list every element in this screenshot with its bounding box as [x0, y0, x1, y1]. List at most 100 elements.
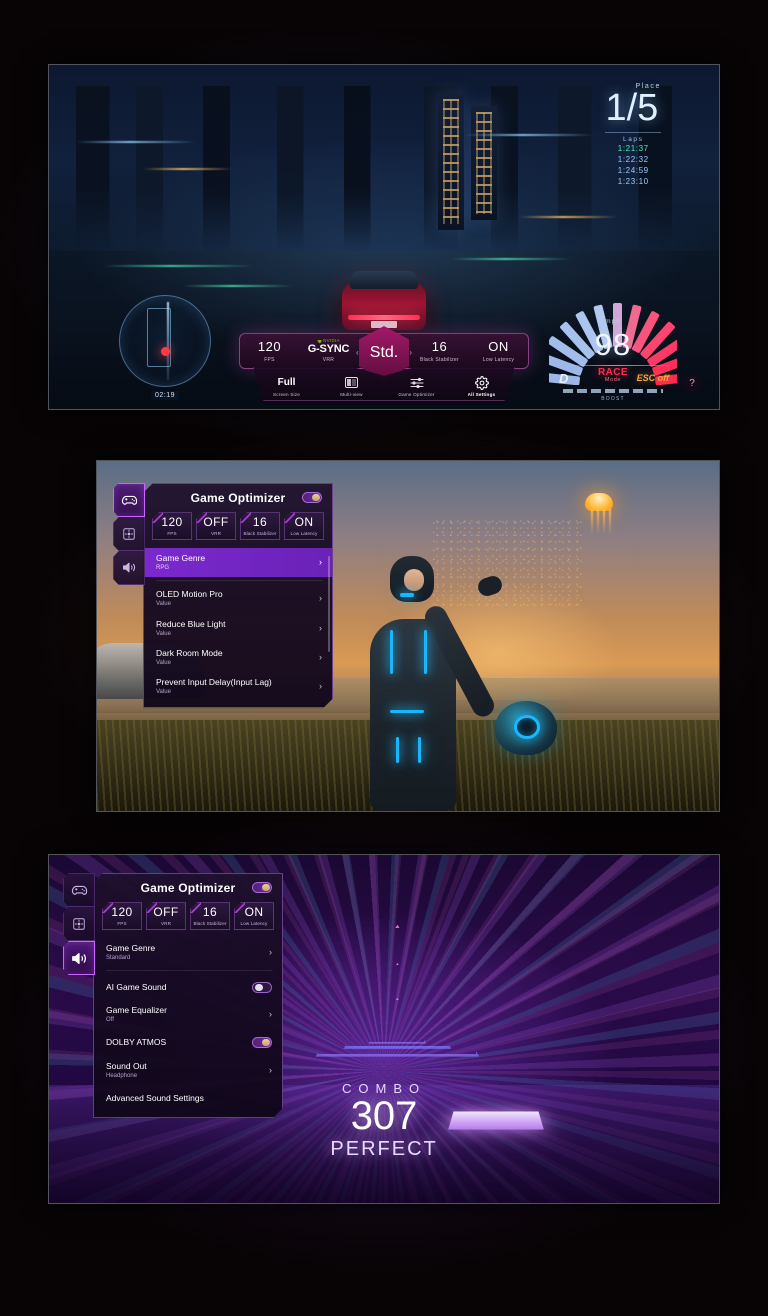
combo-value: 307: [350, 1094, 418, 1139]
chevron-right-icon: ›: [319, 593, 322, 604]
chip-vrr[interactable]: OFF VRR: [146, 902, 186, 930]
combo-display: COMBO 307 PERFECT: [330, 1081, 437, 1161]
multi-view-icon: [324, 375, 380, 390]
suit-light: [389, 630, 393, 675]
stat-bs-label: Black Stabilizer: [420, 357, 459, 363]
gsync-badge: NVIDIA G-SYNC: [299, 339, 358, 355]
sidebar-item-picture[interactable]: [113, 517, 145, 551]
page-title: Game Optimizer: [190, 491, 286, 505]
sidebar-item-sound[interactable]: [113, 551, 145, 585]
stat-black-stabilizer[interactable]: 16 Black Stabilizer: [410, 339, 469, 363]
sidebar-item-gamepad[interactable]: [63, 873, 95, 907]
laps-list: Laps 1:21:37 1:22:32 1:24:59 1:23:10: [605, 132, 661, 187]
menu-screen-size[interactable]: Full Screen Size: [259, 375, 315, 397]
menu-all-settings-label: All Settings: [467, 392, 496, 397]
list-item-reduce-blue-light[interactable]: Reduce Blue Light Value ›: [144, 614, 332, 643]
list-item-ai-game-sound[interactable]: AI Game Sound: [94, 974, 282, 1000]
optimizer-header: Game Optimizer: [94, 874, 282, 902]
sidebar-item-picture[interactable]: [63, 907, 95, 941]
menu-game-optimizer[interactable]: Game Optimizer: [389, 375, 445, 397]
menu-all-settings[interactable]: All Settings: [454, 375, 510, 397]
sliders-icon: [389, 375, 445, 390]
dolby-atmos-toggle[interactable]: [252, 1037, 272, 1048]
city-tower: [471, 106, 498, 220]
boost-label: BOOST: [601, 396, 625, 402]
chip-vrr[interactable]: OFF VRR: [196, 512, 236, 540]
chip-ll-label: Low Latency: [290, 531, 318, 536]
list-divider: [106, 970, 272, 971]
drone-eye: [513, 715, 540, 740]
chip-fps-value: 120: [111, 905, 133, 919]
optimizer-power-toggle[interactable]: [252, 882, 272, 893]
row-value: Value: [156, 660, 171, 667]
speed-value: 98: [594, 327, 632, 362]
stat-low-latency[interactable]: ON Low Latency: [469, 339, 528, 363]
optimizer-power-toggle[interactable]: [302, 492, 322, 503]
row-title: Dark Room Mode: [156, 647, 223, 658]
row-value: Value: [156, 601, 171, 608]
character: [346, 545, 504, 811]
scrollbar[interactable]: [328, 556, 330, 652]
screen-size-value: Full: [277, 377, 296, 388]
tv-panel-game-optimizer-sound: COMBO 307 PERFECT Game Optimizer 120 FPS…: [48, 854, 720, 1204]
list-item-prevent-input-delay[interactable]: Prevent Input Delay(Input Lag) Value ›: [144, 672, 332, 701]
list-item-oled-motion-pro[interactable]: OLED Motion Pro Value ›: [144, 584, 332, 613]
stat-fps[interactable]: 120 FPS: [240, 339, 299, 363]
chip-fps-label: FPS: [117, 921, 127, 926]
page-title: Game Optimizer: [140, 881, 236, 895]
sidebar-item-sound[interactable]: [63, 941, 95, 975]
list-item-advanced-sound-settings[interactable]: Advanced Sound Settings: [94, 1085, 282, 1111]
game-optimizer-sound-overlay: Game Optimizer 120 FPS OFF VRR 16 Black …: [63, 873, 283, 1118]
chevron-right-icon: ›: [319, 651, 322, 662]
sidebar-item-gamepad[interactable]: [113, 483, 145, 517]
suit-light: [395, 736, 399, 763]
chevron-right-icon: ›: [269, 1064, 272, 1075]
boost-bar: [563, 389, 663, 393]
stat-vrr-label: VRR: [322, 356, 335, 363]
chip-vrr-value: OFF: [153, 905, 179, 919]
stat-bs-value: 16: [431, 339, 448, 354]
race-hud: Place 1/5 Laps 1:21:37 1:22:32 1:24:59 1…: [605, 83, 661, 187]
menu-multi-view[interactable]: Multi-view: [324, 375, 380, 397]
list-divider: [156, 580, 322, 581]
chip-vrr-value: OFF: [203, 515, 229, 529]
chip-low-latency[interactable]: ON Low Latency: [284, 512, 324, 540]
chip-black-stabilizer[interactable]: 16 Black Stabilizer: [240, 512, 280, 540]
list-item-dolby-atmos[interactable]: DOLBY ATMOS: [94, 1030, 282, 1056]
row-title: OLED Motion Pro: [156, 589, 223, 600]
stat-ll-value: ON: [488, 339, 509, 354]
ai-game-sound-toggle[interactable]: [252, 982, 272, 993]
esc-status: ESC off: [636, 373, 669, 383]
list-item-game-genre[interactable]: Game Genre RPG ›: [144, 548, 332, 577]
list-item-dark-room-mode[interactable]: Dark Room Mode Value ›: [144, 643, 332, 672]
sunset-character-scene: Game Optimizer 120 FPS OFF VRR 16 Black …: [97, 461, 719, 811]
chevron-right-icon: ›: [269, 947, 272, 958]
quick-stats: 120 FPS OFF VRR 16 Black Stabilizer ON L…: [144, 512, 332, 548]
preset-next-arrow[interactable]: ›: [409, 348, 412, 357]
preset-prev-arrow[interactable]: ‹: [356, 348, 359, 357]
lap-time: 1:23:10: [617, 177, 649, 187]
chip-low-latency[interactable]: ON Low Latency: [234, 902, 274, 930]
city-tower: [437, 92, 464, 231]
row-title: DOLBY ATMOS: [106, 1037, 167, 1048]
list-item-game-genre[interactable]: Game Genre Standard ›: [94, 938, 282, 967]
gear-icon: [454, 375, 510, 390]
chevron-right-icon: ›: [269, 1009, 272, 1020]
jellyfish-tentacle: [609, 508, 612, 535]
list-item-game-equalizer[interactable]: Game Equalizer Off ›: [94, 1000, 282, 1029]
row-title: Game Genre: [156, 553, 206, 563]
glowing-jellyfish: [579, 492, 619, 541]
rhythm-pad: [448, 1111, 544, 1130]
chip-fps[interactable]: 120 FPS: [152, 512, 192, 540]
chip-black-stabilizer[interactable]: 16 Black Stabilizer: [190, 902, 230, 930]
list-item-sound-out[interactable]: Sound Out Headphone ›: [94, 1056, 282, 1085]
jellyfish-tentacle: [597, 508, 600, 535]
chip-fps[interactable]: 120 FPS: [102, 902, 142, 930]
light-streak: [451, 257, 571, 260]
stat-vrr[interactable]: NVIDIA G-SYNC VRR: [299, 339, 358, 363]
jellyfish-tentacle: [591, 508, 594, 535]
optimizer-tab-rail: [63, 873, 95, 975]
menu-game-optimizer-label: Game Optimizer: [398, 392, 435, 397]
chip-ll-value: ON: [244, 905, 264, 919]
stat-fps-label: FPS: [264, 357, 275, 363]
